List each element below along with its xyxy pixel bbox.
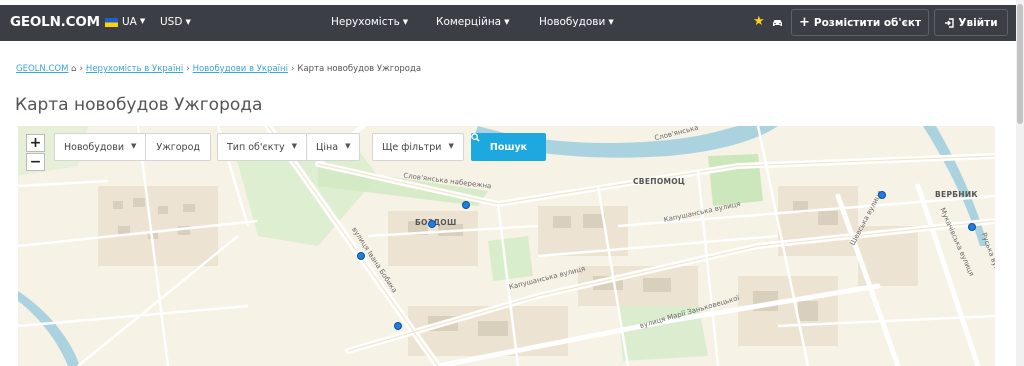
chevron-down-icon: ▼ [291, 142, 297, 150]
price-select[interactable]: Ціна ▼ [306, 134, 359, 160]
chevron-down-icon: ▼ [608, 18, 614, 26]
more-filters-label: Ще фільтри [382, 141, 442, 153]
breadcrumb: GEOLN.COM ⌂ › Нерухомість в Україні › Новобу… [16, 64, 421, 74]
site-logo[interactable]: GEOLN.COM [10, 14, 100, 30]
login-icon [945, 17, 955, 28]
search-icon [471, 133, 480, 142]
search-button-label: Пошук [489, 141, 528, 153]
district-label: ВЕРБНИК [935, 190, 978, 199]
map-marker[interactable] [878, 191, 886, 199]
category-select[interactable]: Новобудови ▼ [55, 134, 145, 160]
ukraine-flag-icon [105, 17, 118, 27]
search-button[interactable]: Пошук [471, 133, 546, 161]
nav-real-estate[interactable]: Нерухомість ▼ [331, 16, 408, 28]
zoom-in-button[interactable]: + [26, 134, 45, 152]
nav-commercial[interactable]: Комерційна ▼ [436, 16, 510, 28]
nav-new-buildings[interactable]: Новобудови ▼ [539, 16, 614, 28]
zoom-out-button[interactable]: − [26, 153, 45, 171]
map-marker[interactable] [428, 220, 436, 228]
currency-label: USD [160, 16, 183, 28]
breadcrumb-home-link[interactable]: GEOLN.COM [16, 64, 68, 74]
login-label: Увійти [958, 16, 998, 29]
post-property-label: Розмістити об'єкт [813, 16, 922, 29]
page-title: Карта новобудов Ужгорода [15, 95, 263, 115]
more-filters-group: Ще фільтри ▼ [372, 133, 464, 161]
price-label: Ціна [316, 141, 339, 153]
nav-label: Комерційна [436, 16, 502, 28]
city-input[interactable]: Ужгород [145, 134, 210, 160]
favorites-star-icon[interactable]: ★ [753, 14, 765, 29]
more-filters-select[interactable]: Ще фільтри ▼ [373, 134, 463, 160]
nav-label: Нерухомість [331, 16, 400, 28]
category-select-label: Новобудови [64, 141, 125, 153]
map-marker[interactable] [357, 252, 365, 260]
breadcrumb-separator-icon: › [186, 64, 190, 74]
breadcrumb-current: Карта новобудов Ужгорода [297, 64, 422, 74]
map-tiles [18, 126, 995, 366]
district-label: СВЕПОМОЦ [633, 177, 686, 186]
scrollbar-thumb[interactable] [1017, 4, 1023, 124]
page-scrollbar[interactable] [1016, 0, 1024, 366]
chevron-down-icon: ▼ [185, 18, 191, 26]
object-type-label: Тип об'єкту [227, 141, 285, 153]
language-selector[interactable]: UA ▼ [105, 16, 145, 28]
map-marker[interactable] [462, 201, 470, 209]
login-button[interactable]: Увійти [934, 9, 1008, 36]
car-icon[interactable] [772, 19, 783, 27]
chevron-down-icon: ▼ [402, 18, 409, 26]
property-filter-group: Новобудови ▼ Ужгород [54, 133, 211, 161]
chevron-down-icon: ▼ [448, 142, 454, 150]
map-marker[interactable] [394, 322, 402, 330]
object-filter-group: Тип об'єкту ▼ Ціна ▼ [217, 133, 361, 161]
map-marker[interactable] [968, 223, 976, 231]
breadcrumb-real-estate-link[interactable]: Нерухомість в Україні [86, 64, 183, 74]
plus-icon: + [798, 15, 810, 30]
chevron-down-icon: ▼ [139, 17, 146, 25]
breadcrumb-separator-icon: › [290, 64, 295, 74]
home-icon: ⌂ [71, 64, 77, 74]
object-type-select[interactable]: Тип об'єкту ▼ [218, 134, 306, 160]
chevron-down-icon: ▼ [504, 18, 510, 26]
currency-selector[interactable]: USD ▼ [160, 16, 191, 28]
post-property-button[interactable]: + Розмістити об'єкт [791, 9, 929, 36]
nav-label: Новобудови [539, 16, 606, 28]
breadcrumb-separator-icon: › [79, 64, 83, 74]
language-label: UA [122, 16, 137, 28]
map[interactable]: + − Новобудови ▼ Ужгород Тип об'єкту ▼ Ц… [18, 126, 995, 366]
chevron-down-icon: ▼ [345, 142, 351, 150]
breadcrumb-new-buildings-link[interactable]: Новобудови в Україні [193, 64, 288, 74]
top-navigation-bar: GEOLN.COM UA ▼ USD ▼ Нерухомість ▼ Комерці… [0, 5, 1016, 41]
chevron-down-icon: ▼ [131, 142, 137, 150]
